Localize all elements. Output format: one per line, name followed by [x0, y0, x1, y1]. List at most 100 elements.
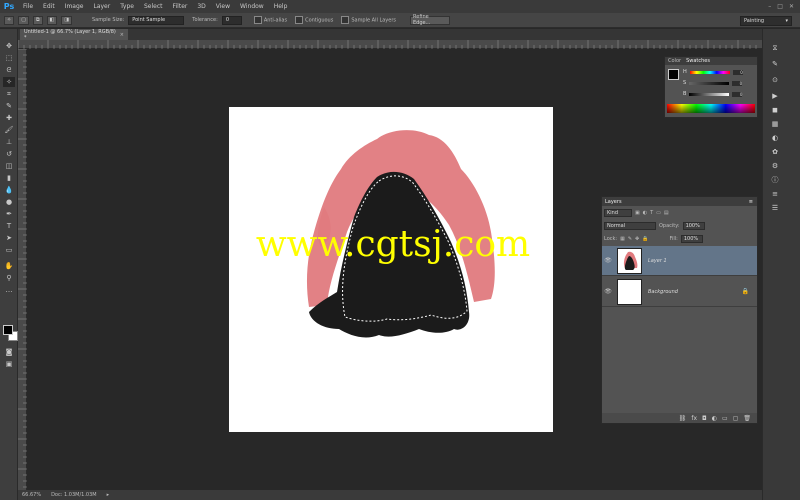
delete-layer-icon[interactable]: 🗑: [743, 415, 751, 422]
info-panel-icon[interactable]: ⓘ: [768, 175, 782, 185]
sample-all-layers-option[interactable]: Sample All Layers: [341, 16, 396, 24]
brightness-value[interactable]: 0: [732, 91, 743, 97]
swatches-panel-icon[interactable]: ▦: [768, 119, 782, 129]
hue-value[interactable]: 0: [732, 69, 743, 75]
zoom-level[interactable]: 66.67%: [22, 492, 41, 498]
marquee-tool-icon[interactable]: ⬚: [3, 53, 15, 63]
screen-mode-icon[interactable]: ▣: [3, 359, 15, 369]
intersect-selection-icon[interactable]: ◨: [61, 15, 72, 25]
quick-mask-icon[interactable]: ◙: [3, 347, 15, 357]
filter-type-icon[interactable]: T: [650, 210, 653, 216]
vertical-ruler[interactable]: [18, 49, 27, 490]
history-panel-icon[interactable]: ⧖: [768, 43, 782, 53]
foreground-color-chip[interactable]: [668, 69, 679, 80]
minimize-button[interactable]: –: [768, 3, 771, 10]
gradient-tool-icon[interactable]: ▮: [3, 173, 15, 183]
document-close-icon[interactable]: ×: [120, 32, 124, 38]
panel-menu-icon[interactable]: ≡: [749, 199, 753, 205]
sample-all-layers-checkbox[interactable]: [341, 16, 350, 24]
crop-tool-icon[interactable]: ⌗: [3, 89, 15, 99]
menu-edit[interactable]: Edit: [38, 3, 60, 10]
edit-toolbar-icon[interactable]: …: [3, 285, 15, 295]
properties-panel-icon[interactable]: ⚙: [768, 161, 782, 171]
layer-row-background[interactable]: 👁 Background 🔒: [602, 277, 757, 307]
new-selection-icon[interactable]: ▢: [18, 15, 29, 25]
layer-name[interactable]: Background: [648, 289, 678, 295]
layer-style-icon[interactable]: fx: [691, 415, 697, 422]
color-panel-icon[interactable]: ◼: [768, 105, 782, 115]
healing-brush-tool-icon[interactable]: ✚: [3, 113, 15, 123]
menu-image[interactable]: Image: [60, 3, 89, 10]
menu-filter[interactable]: Filter: [168, 3, 193, 10]
add-mask-icon[interactable]: ◘: [702, 415, 707, 422]
document-tab[interactable]: Untitled-1 @ 66.7% (Layer 1, RGB/8) * ×: [20, 29, 128, 41]
filter-pixel-icon[interactable]: ▣: [635, 210, 640, 216]
workspace-switcher[interactable]: Painting ▾: [740, 16, 792, 26]
anti-alias-option[interactable]: Anti-alias: [253, 16, 287, 24]
layer-kind-filter[interactable]: Kind: [604, 208, 632, 217]
link-layers-icon[interactable]: ⛓: [679, 415, 687, 422]
magic-wand-tool-preset-icon[interactable]: ✧: [4, 15, 15, 25]
dodge-tool-icon[interactable]: ●: [3, 197, 15, 207]
saturation-value[interactable]: 0: [732, 80, 743, 86]
zoom-tool-icon[interactable]: ⚲: [3, 273, 15, 283]
new-layer-icon[interactable]: ▢: [733, 415, 739, 422]
pen-tool-icon[interactable]: ✒: [3, 209, 15, 219]
channels-panel-icon[interactable]: ≡: [768, 189, 782, 199]
history-brush-tool-icon[interactable]: ↺: [3, 149, 15, 159]
menu-layer[interactable]: Layer: [88, 3, 115, 10]
menu-file[interactable]: File: [18, 3, 38, 10]
menu-window[interactable]: Window: [235, 3, 269, 10]
visibility-eye-icon[interactable]: 👁: [602, 288, 614, 295]
subtract-from-selection-icon[interactable]: ◧: [46, 15, 58, 25]
layers-panel-icon[interactable]: ☰: [768, 203, 782, 213]
tab-swatches[interactable]: Swatches: [686, 58, 710, 64]
brush-panel-icon[interactable]: ✎: [768, 59, 782, 69]
anti-alias-checkbox[interactable]: [253, 16, 262, 24]
brush-tool-icon[interactable]: 🖌: [3, 125, 15, 135]
foreground-color-swatch[interactable]: [3, 325, 13, 335]
tolerance-input[interactable]: 0: [221, 15, 242, 25]
maximize-button[interactable]: □: [777, 3, 783, 10]
foreground-background-swatches[interactable]: [3, 325, 18, 341]
filter-shape-icon[interactable]: ▭: [656, 210, 661, 216]
filter-adjustment-icon[interactable]: ◐: [643, 210, 647, 216]
hand-tool-icon[interactable]: ✋: [3, 261, 15, 271]
blend-mode-dropdown[interactable]: Normal: [604, 221, 656, 230]
menu-type[interactable]: Type: [115, 3, 139, 10]
type-tool-icon[interactable]: T: [3, 221, 15, 231]
clone-source-panel-icon[interactable]: ⊙: [768, 75, 782, 85]
close-button[interactable]: ✕: [789, 3, 794, 10]
fill-input[interactable]: 100%: [680, 234, 703, 243]
blur-tool-icon[interactable]: 💧: [3, 185, 15, 195]
refine-edge-button[interactable]: Refine Edge...: [410, 14, 450, 26]
document-canvas[interactable]: [229, 107, 553, 432]
visibility-eye-icon[interactable]: 👁: [602, 257, 614, 264]
menu-help[interactable]: Help: [269, 3, 293, 10]
styles-panel-icon[interactable]: ✿: [768, 147, 782, 157]
menu-3d[interactable]: 3D: [192, 3, 210, 10]
layer-name[interactable]: Layer 1: [648, 258, 667, 264]
clone-stamp-tool-icon[interactable]: ⊥: [3, 137, 15, 147]
saturation-slider[interactable]: [689, 81, 730, 85]
layer-row-layer-1[interactable]: 👁 Layer 1: [602, 246, 757, 276]
horizontal-ruler[interactable]: [18, 40, 762, 49]
filter-smart-object-icon[interactable]: ▤: [664, 210, 669, 216]
hue-slider[interactable]: [689, 70, 730, 74]
status-arrow-icon[interactable]: ▸: [107, 492, 110, 498]
move-tool-icon[interactable]: ✥: [3, 41, 15, 51]
magic-wand-tool-icon[interactable]: ✧: [3, 77, 15, 87]
lock-image-icon[interactable]: ✎: [628, 236, 632, 242]
menu-view[interactable]: View: [211, 3, 235, 10]
menu-select[interactable]: Select: [139, 3, 168, 10]
sample-size-dropdown[interactable]: Point Sample: [128, 15, 185, 25]
opacity-input[interactable]: 100%: [682, 221, 705, 230]
color-spectrum-ramp[interactable]: [667, 104, 755, 113]
actions-panel-icon[interactable]: ▶: [768, 91, 782, 101]
lasso-tool-icon[interactable]: ᘓ: [3, 65, 15, 75]
new-group-icon[interactable]: ▭: [722, 415, 728, 422]
add-to-selection-icon[interactable]: ⧉: [32, 15, 43, 25]
eraser-tool-icon[interactable]: ◫: [3, 161, 15, 171]
shape-tool-icon[interactable]: ▭: [3, 245, 15, 255]
path-selection-tool-icon[interactable]: ➤: [3, 233, 15, 243]
